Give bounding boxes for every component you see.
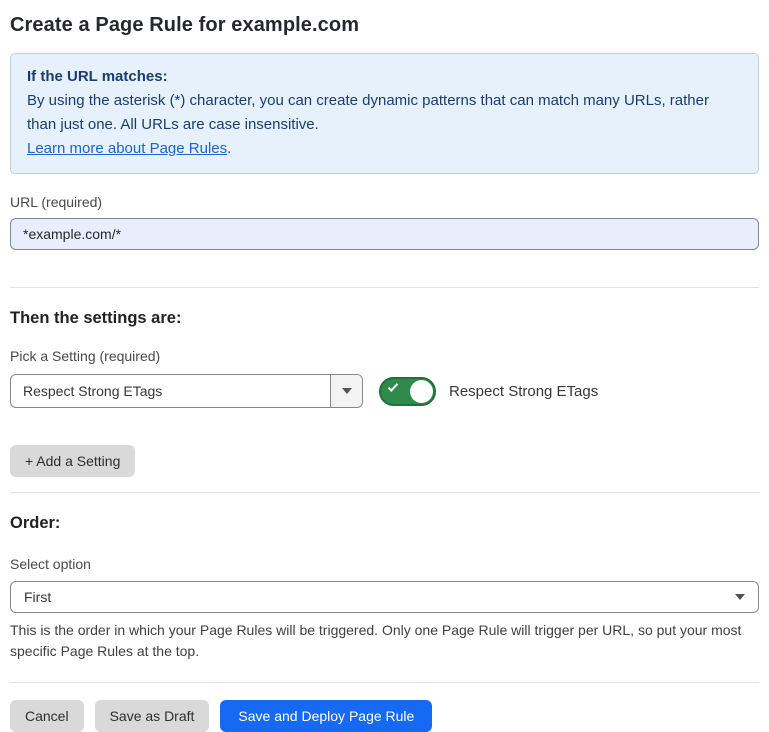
save-draft-button[interactable]: Save as Draft (95, 700, 210, 732)
callout-link-line: Learn more about Page Rules. (27, 137, 742, 161)
link-suffix: . (227, 140, 231, 157)
divider (10, 682, 759, 683)
learn-more-link[interactable]: Learn more about Page Rules (27, 140, 227, 157)
order-select-label: Select option (10, 556, 759, 572)
order-section-heading: Order: (10, 514, 759, 533)
setting-select-arrow-box[interactable] (330, 375, 362, 407)
callout-body-text: By using the asterisk (*) character, you… (27, 92, 709, 133)
etags-toggle[interactable] (379, 377, 436, 406)
order-select[interactable]: First (10, 581, 759, 613)
setting-select[interactable]: Respect Strong ETags (10, 374, 363, 408)
save-deploy-button[interactable]: Save and Deploy Page Rule (220, 700, 432, 732)
url-input[interactable] (10, 218, 759, 250)
chevron-down-icon (342, 388, 352, 394)
toggle-label: Respect Strong ETags (449, 383, 598, 400)
divider (10, 287, 759, 288)
add-setting-button[interactable]: + Add a Setting (10, 445, 135, 477)
setting-picker-label: Pick a Setting (required) (10, 348, 759, 364)
setting-select-value: Respect Strong ETags (11, 375, 330, 407)
divider (10, 492, 759, 493)
page-rule-form: Create a Page Rule for example.com If th… (0, 0, 769, 732)
check-icon (388, 381, 398, 392)
setting-row: Respect Strong ETags Respect Strong ETag… (10, 374, 759, 408)
order-select-value: First (24, 589, 735, 605)
cancel-button[interactable]: Cancel (10, 700, 84, 732)
settings-section-heading: Then the settings are: (10, 309, 759, 328)
callout-heading: If the URL matches: (27, 65, 742, 89)
order-help-text: This is the order in which your Page Rul… (10, 620, 759, 662)
chevron-down-icon (735, 594, 745, 600)
url-match-callout: If the URL matches: By using the asteris… (10, 53, 759, 174)
page-title: Create a Page Rule for example.com (10, 14, 759, 37)
url-field-label: URL (required) (10, 194, 759, 210)
toggle-knob (410, 380, 433, 403)
callout-body: By using the asterisk (*) character, you… (27, 89, 742, 137)
footer-actions: Cancel Save as Draft Save and Deploy Pag… (10, 700, 759, 732)
